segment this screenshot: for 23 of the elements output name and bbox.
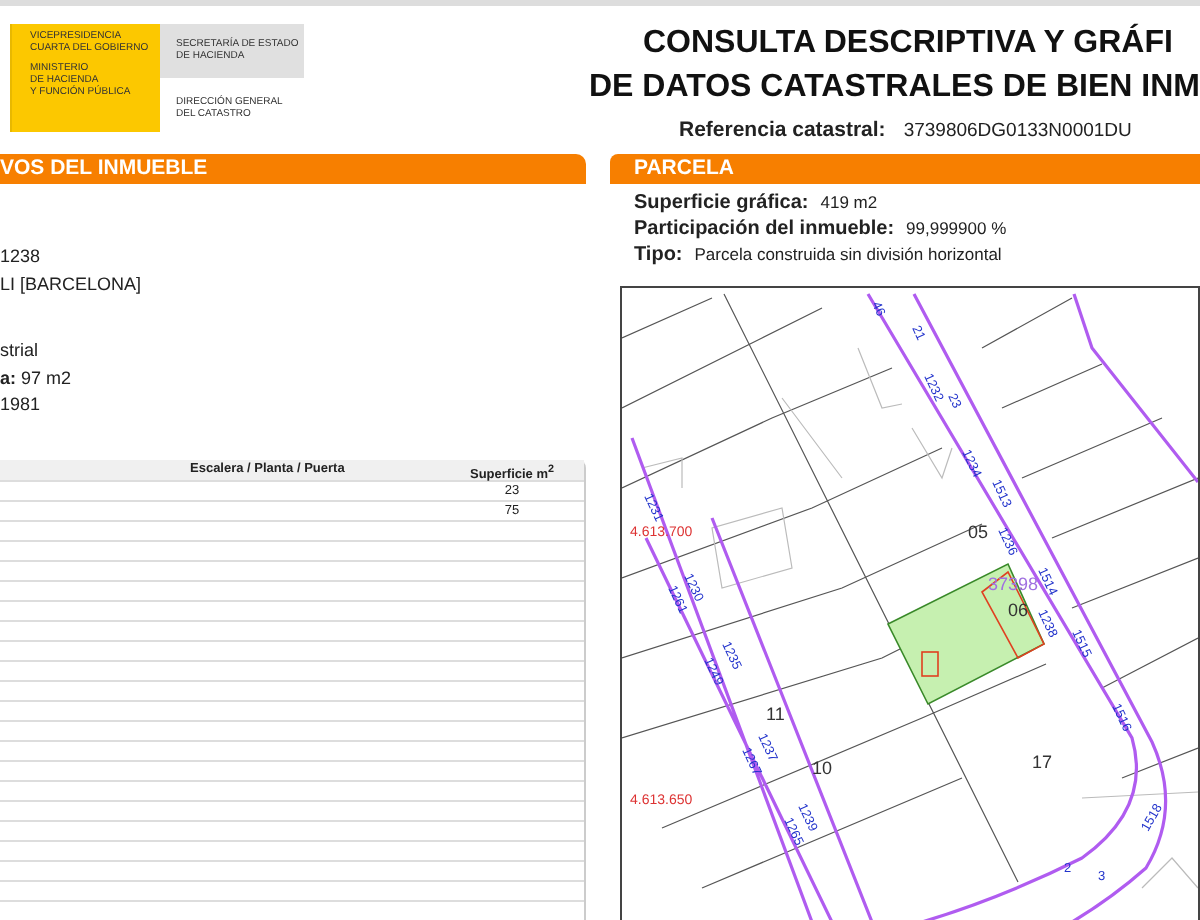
property-detail: strial	[0, 338, 41, 364]
field-value: Parcela construida sin división horizontal	[694, 244, 1002, 264]
parcel-number: 05	[968, 522, 989, 542]
property-detail: 1981	[0, 392, 43, 418]
property-detail: a: 97 m2	[0, 365, 74, 391]
parcel-reference: 37398	[988, 574, 1039, 594]
parcel-number: 10	[812, 758, 833, 778]
document-title: DE DATOS CATASTRALES DE BIEN INM	[589, 68, 1200, 108]
parcel-number: 11	[766, 704, 785, 724]
document-title: CONSULTA DESCRIPTIVA Y GRÁFI	[641, 22, 1173, 64]
field-value: 419 m2	[820, 192, 878, 212]
reference-value: 3739806DG0133N0001DU	[903, 120, 1132, 142]
property-detail: 1238	[0, 244, 43, 270]
field-label: Participación del inmueble:	[634, 218, 895, 240]
section-header: PARCELA	[610, 154, 1200, 184]
property-detail: LI [BARCELONA]	[0, 271, 144, 298]
field-label: Tipo:	[634, 244, 683, 266]
section-header: VOS DEL INMUEBLE	[0, 154, 586, 184]
field-label: Superficie gráfica:	[634, 192, 809, 214]
reference-label: Referencia catastral:	[679, 118, 886, 142]
parcel-number: 06	[1008, 600, 1029, 620]
parcel-number: 17	[1032, 752, 1053, 772]
field-value: 99,999900 %	[906, 218, 1007, 238]
